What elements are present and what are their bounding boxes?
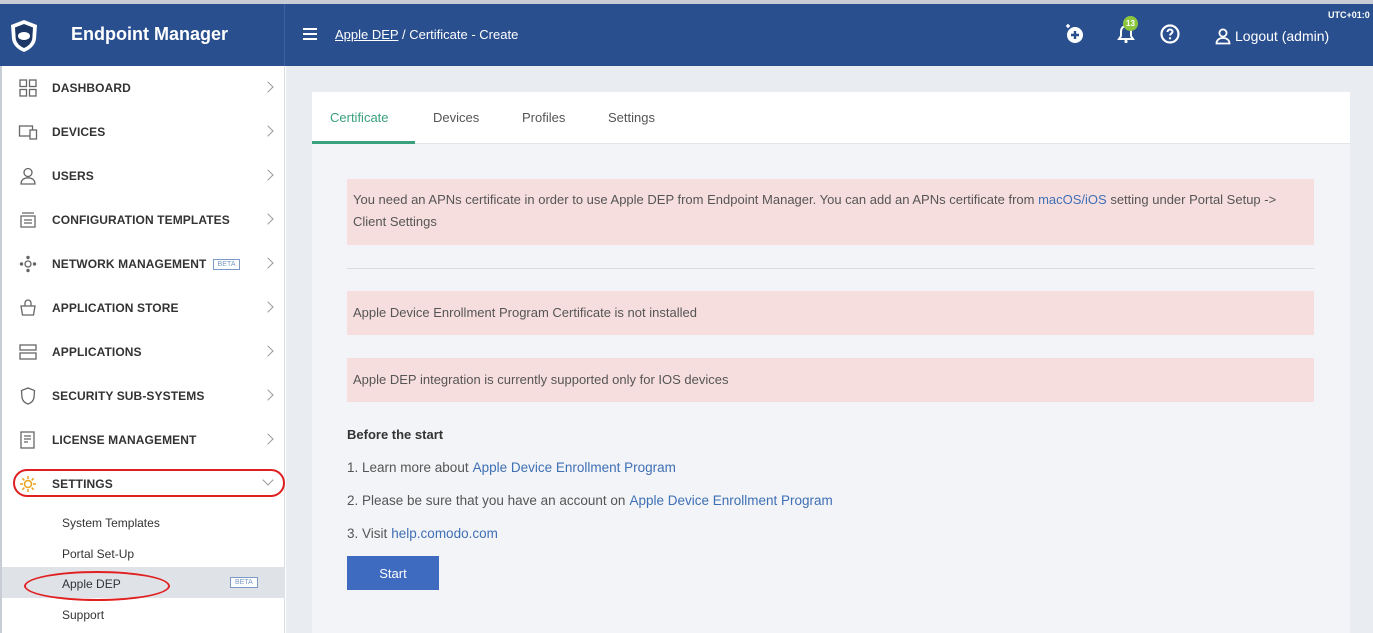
logout-label: Logout (admin): [1235, 28, 1330, 44]
add-device-icon[interactable]: [1063, 22, 1087, 46]
chevron-right-icon: [262, 345, 274, 357]
dep-learn-more-link[interactable]: Apple Device Enrollment Program: [473, 460, 676, 475]
apple-dep-highlight-ring: [24, 571, 170, 601]
step-text: 2. Please be sure that you have an accou…: [347, 493, 626, 508]
network-icon: [19, 255, 37, 273]
store-icon: [20, 299, 36, 316]
dep-account-link[interactable]: Apple Device Enrollment Program: [629, 493, 832, 508]
apns-warning-alert: You need an APNs certificate in order to…: [347, 179, 1314, 245]
sidebar-item-label: SECURITY SUB-SYSTEMS: [52, 389, 205, 403]
tab-bar: Certificate Devices Profiles Settings: [312, 92, 1350, 144]
sidebar-item-label: CONFIGURATION TEMPLATES: [52, 213, 230, 227]
chevron-right-icon: [262, 125, 274, 137]
help-icon[interactable]: [1158, 22, 1182, 46]
sidebar-item-label: LICENSE MANAGEMENT: [52, 433, 197, 447]
chevron-right-icon: [262, 213, 274, 225]
shield-logo-icon: [11, 20, 37, 52]
alert-text: You need an APNs certificate in order to…: [353, 192, 1039, 207]
sidebar-item-configuration-templates[interactable]: CONFIGURATION TEMPLATES: [2, 198, 285, 242]
sidebar-item-license-management[interactable]: LICENSE MANAGEMENT: [2, 418, 285, 462]
step-text: 3. Visit: [347, 526, 388, 541]
step-3: 3. Visit help.comodo.com: [347, 526, 498, 541]
chevron-right-icon: [262, 257, 274, 269]
sidebar-item-devices[interactable]: DEVICES: [2, 110, 285, 154]
user-icon: [1215, 28, 1231, 45]
help-comodo-link[interactable]: help.comodo.com: [391, 526, 498, 541]
step-2: 2. Please be sure that you have an accou…: [347, 493, 833, 508]
sidebar-item-application-store[interactable]: APPLICATION STORE: [2, 286, 285, 330]
shield-icon: [20, 387, 36, 405]
user-icon: [20, 167, 36, 185]
license-icon: [20, 431, 35, 449]
sidebar-item-label: APPLICATION STORE: [52, 301, 179, 315]
start-button[interactable]: Start: [347, 556, 439, 590]
sidebar-item-label: DEVICES: [52, 125, 106, 139]
menu-toggle-icon[interactable]: [303, 28, 317, 40]
sidebar-sub-item-portal-set-up[interactable]: Portal Set-Up: [62, 547, 134, 561]
beta-badge: BETA: [213, 259, 240, 271]
chevron-right-icon: [262, 389, 274, 401]
content-card: Certificate Devices Profiles Settings Yo…: [312, 92, 1350, 633]
sidebar-item-label: DASHBOARD: [52, 81, 131, 95]
devices-icon: [18, 125, 38, 140]
main-content: Certificate Devices Profiles Settings Yo…: [286, 66, 1373, 633]
breadcrumb-separator: /: [398, 27, 410, 42]
step-text: 1. Learn more about: [347, 460, 469, 475]
chevron-right-icon: [262, 433, 274, 445]
sidebar-item-network-management[interactable]: NETWORK MANAGEMENT BETA: [2, 242, 285, 286]
settings-highlight-ring: [13, 469, 285, 497]
active-tab-indicator: [312, 141, 415, 144]
sidebar-item-label: NETWORK MANAGEMENT BETA: [52, 257, 240, 271]
sidebar-item-dashboard[interactable]: DASHBOARD: [2, 66, 285, 110]
notification-bell-icon[interactable]: 13: [1114, 16, 1138, 46]
sidebar-item-users[interactable]: USERS: [2, 154, 285, 198]
divider: [347, 268, 1314, 269]
notification-count-badge: 13: [1123, 16, 1138, 31]
breadcrumb-link-apple-dep[interactable]: Apple DEP: [335, 27, 398, 42]
sidebar-item-label: APPLICATIONS: [52, 345, 142, 359]
certificate-not-installed-alert: Apple Device Enrollment Program Certific…: [347, 291, 1314, 335]
chevron-right-icon: [262, 81, 274, 93]
top-header: Endpoint Manager Apple DEP / Certificate…: [0, 0, 1373, 66]
dashboard-icon: [19, 79, 37, 97]
tab-profiles[interactable]: Profiles: [522, 110, 565, 125]
applications-icon: [19, 344, 37, 360]
beta-badge: BETA: [230, 577, 258, 588]
chevron-right-icon: [262, 301, 274, 313]
step-1: 1. Learn more about Apple Device Enrollme…: [347, 460, 676, 475]
brand-area: Endpoint Manager: [0, 4, 285, 66]
sidebar: DASHBOARD DEVICES USERS CONFIGURATION TE…: [0, 66, 285, 633]
logout-button[interactable]: Logout (admin): [1214, 27, 1329, 45]
sidebar-item-applications[interactable]: APPLICATIONS: [2, 330, 285, 374]
breadcrumb: Apple DEP / Certificate - Create: [335, 27, 518, 42]
brand-title: Endpoint Manager: [71, 24, 228, 44]
chevron-right-icon: [262, 169, 274, 181]
sidebar-item-label-text: NETWORK MANAGEMENT: [52, 257, 207, 271]
sidebar-item-security-sub-systems[interactable]: SECURITY SUB-SYSTEMS: [2, 374, 285, 418]
before-start-heading: Before the start: [347, 427, 444, 442]
tab-certificate[interactable]: Certificate: [330, 110, 389, 125]
tab-devices[interactable]: Devices: [433, 110, 479, 125]
breadcrumb-current: Certificate - Create: [409, 27, 519, 42]
ios-only-alert: Apple DEP integration is currently suppo…: [347, 358, 1314, 402]
sidebar-item-label: USERS: [52, 169, 94, 183]
timezone-label: UTC+01:0: [1328, 10, 1370, 20]
templates-icon: [20, 212, 36, 228]
tab-settings[interactable]: Settings: [608, 110, 655, 125]
macos-ios-link[interactable]: macOS/iOS: [1038, 192, 1107, 207]
sidebar-sub-item-system-templates[interactable]: System Templates: [62, 516, 160, 530]
sidebar-sub-item-support[interactable]: Support: [62, 608, 104, 622]
